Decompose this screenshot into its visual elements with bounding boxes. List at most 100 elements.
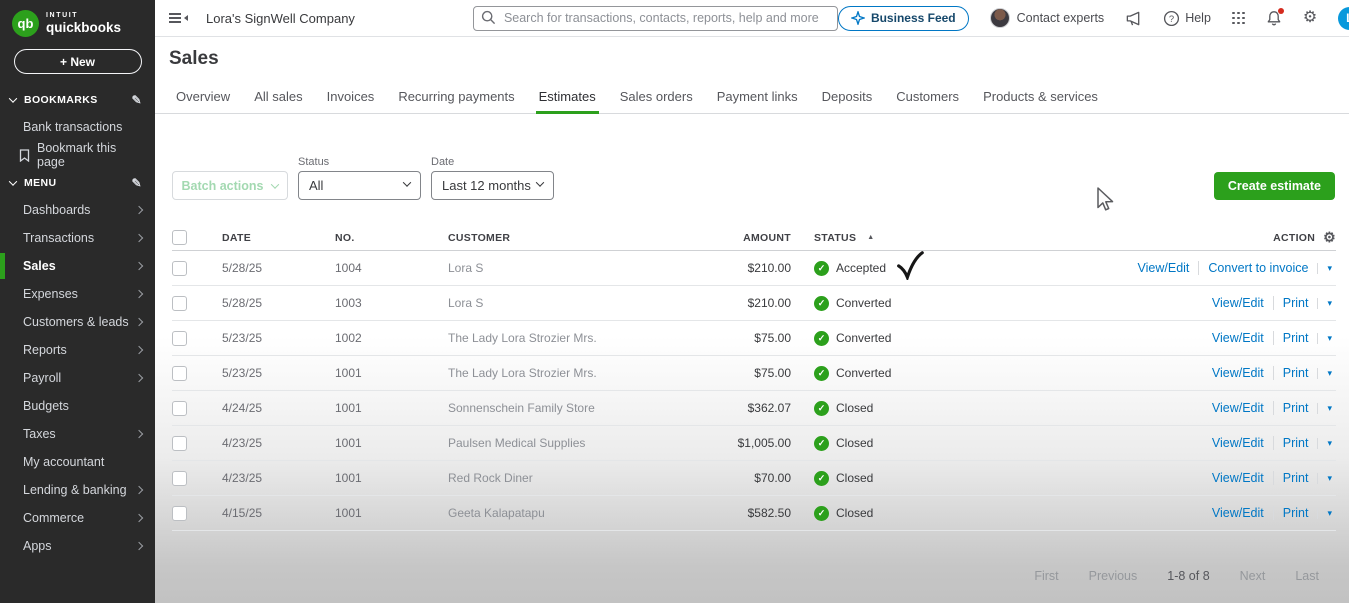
tab-customers[interactable]: Customers <box>896 85 959 113</box>
tab-payment-links[interactable]: Payment links <box>717 85 798 113</box>
sidebar-item-dashboards[interactable]: Dashboards <box>0 196 155 224</box>
collapse-sidebar-icon[interactable] <box>169 13 188 23</box>
row-checkbox[interactable] <box>172 261 187 276</box>
action-view-edit[interactable]: View/Edit <box>1203 331 1273 345</box>
notifications-bell-icon[interactable] <box>1266 10 1282 27</box>
table-row[interactable]: 4/23/251001Paulsen Medical Supplies$1,00… <box>172 426 1336 461</box>
action-dropdown-caret[interactable]: ▾ <box>1317 438 1336 449</box>
row-checkbox[interactable] <box>172 471 187 486</box>
sidebar-item-reports[interactable]: Reports <box>0 336 155 364</box>
help-button[interactable]: ? Help <box>1163 10 1211 27</box>
tab-sales-orders[interactable]: Sales orders <box>620 85 693 113</box>
date-select[interactable]: Last 12 months <box>431 171 554 200</box>
action-view-edit[interactable]: View/Edit <box>1203 401 1273 415</box>
action-dropdown-caret[interactable]: ▾ <box>1317 368 1336 379</box>
header-amount[interactable]: AMOUNT <box>681 232 791 244</box>
contact-experts-button[interactable]: Contact experts <box>990 8 1105 28</box>
sidebar-item-customers-leads[interactable]: Customers & leads <box>0 308 155 336</box>
action-view-edit[interactable]: View/Edit <box>1203 471 1273 485</box>
pagination-first[interactable]: First <box>1034 569 1058 583</box>
action-view-edit[interactable]: View/Edit <box>1203 296 1273 310</box>
sidebar-item-budgets[interactable]: Budgets <box>0 392 155 420</box>
action-dropdown-caret[interactable]: ▾ <box>1317 333 1336 344</box>
pagination-last[interactable]: Last <box>1295 569 1319 583</box>
feedback-megaphone-icon[interactable] <box>1125 10 1142 27</box>
cell-date: 5/23/25 <box>222 366 335 380</box>
status-label: Accepted <box>836 261 886 275</box>
header-customer[interactable]: CUSTOMER <box>448 232 681 244</box>
sidebar-item-my-accountant[interactable]: My accountant <box>0 448 155 476</box>
tab-deposits[interactable]: Deposits <box>822 85 873 113</box>
tab-invoices[interactable]: Invoices <box>327 85 375 113</box>
sidebar-item-transactions[interactable]: Transactions <box>0 224 155 252</box>
action-dropdown-caret[interactable]: ▾ <box>1317 473 1336 484</box>
business-feed-button[interactable]: Business Feed <box>838 6 969 31</box>
header-date[interactable]: DATE <box>222 232 335 244</box>
row-checkbox[interactable] <box>172 401 187 416</box>
header-status[interactable]: STATUS▲ <box>791 232 1026 244</box>
settings-gear-icon[interactable]: ⚙ <box>1303 10 1317 26</box>
table-row[interactable]: 5/23/251002The Lady Lora Strozier Mrs.$7… <box>172 321 1336 356</box>
column-settings-gear-icon[interactable]: ⚙ <box>1323 229 1336 246</box>
tab-all-sales[interactable]: All sales <box>254 85 302 113</box>
status-select[interactable]: All <box>298 171 421 200</box>
row-checkbox[interactable] <box>172 296 187 311</box>
user-avatar[interactable]: L <box>1338 7 1349 30</box>
tab-estimates[interactable]: Estimates <box>539 85 596 113</box>
tab-products-services[interactable]: Products & services <box>983 85 1098 113</box>
table-row[interactable]: 4/23/251001Red Rock Diner$70.00✓ClosedVi… <box>172 461 1336 496</box>
sidebar-item-commerce[interactable]: Commerce <box>0 504 155 532</box>
apps-grid-icon[interactable] <box>1232 12 1245 25</box>
sidebar-item-bank-transactions[interactable]: Bank transactions <box>0 113 155 141</box>
action-view-edit[interactable]: View/Edit <box>1203 366 1273 380</box>
table-row[interactable]: 5/23/251001The Lady Lora Strozier Mrs.$7… <box>172 356 1336 391</box>
action-print[interactable]: Print <box>1273 296 1318 310</box>
action-print[interactable]: Print <box>1273 436 1318 450</box>
intuit-label: INTUIT <box>46 12 121 19</box>
action-dropdown-caret[interactable]: ▾ <box>1317 298 1336 309</box>
action-dropdown-caret[interactable]: ▾ <box>1317 508 1336 519</box>
table-row[interactable]: 5/28/251003Lora S$210.00✓ConvertedView/E… <box>172 286 1336 321</box>
row-checkbox[interactable] <box>172 366 187 381</box>
tab-recurring-payments[interactable]: Recurring payments <box>398 85 514 113</box>
action-view-edit[interactable]: View/Edit <box>1203 506 1273 520</box>
sidebar-item-payroll[interactable]: Payroll <box>0 364 155 392</box>
action-view-edit[interactable]: View/Edit <box>1203 436 1273 450</box>
sidebar-item-bookmark-this-page[interactable]: Bookmark this page <box>0 141 155 169</box>
action-dropdown-caret[interactable]: ▾ <box>1317 403 1336 414</box>
action-print[interactable]: Print <box>1273 471 1318 485</box>
sidebar-item-lending-banking[interactable]: Lending & banking <box>0 476 155 504</box>
cell-actions: View/EditConvert to invoice▾ <box>1026 261 1336 275</box>
sidebar-item-expenses[interactable]: Expenses <box>0 280 155 308</box>
action-dropdown-caret[interactable]: ▾ <box>1317 263 1336 274</box>
row-checkbox[interactable] <box>172 506 187 521</box>
action-print[interactable]: Print <box>1273 331 1318 345</box>
pagination-next[interactable]: Next <box>1240 569 1266 583</box>
select-all-checkbox[interactable] <box>172 230 187 245</box>
action-view-edit[interactable]: View/Edit <box>1129 261 1199 275</box>
sidebar-item-sales[interactable]: Sales <box>0 252 155 280</box>
header-no[interactable]: NO. <box>335 232 448 244</box>
edit-pencil-icon[interactable]: ✎ <box>132 176 142 190</box>
row-checkbox[interactable] <box>172 436 187 451</box>
table-row[interactable]: 5/28/251004Lora S$210.00✓AcceptedView/Ed… <box>172 251 1336 286</box>
tab-overview[interactable]: Overview <box>176 85 230 113</box>
new-button[interactable]: + New <box>14 49 142 74</box>
row-checkbox[interactable] <box>172 331 187 346</box>
table-row[interactable]: 4/24/251001Sonnenschein Family Store$362… <box>172 391 1336 426</box>
sidebar-item-taxes[interactable]: Taxes <box>0 420 155 448</box>
pagination-previous[interactable]: Previous <box>1089 569 1138 583</box>
search-input[interactable] <box>473 6 838 31</box>
sidebar-section-menu[interactable]: MENU✎ <box>0 169 155 196</box>
table-row[interactable]: 4/15/251001Geeta Kalapatapu$582.50✓Close… <box>172 496 1336 531</box>
action-convert-to-invoice[interactable]: Convert to invoice <box>1198 261 1317 275</box>
edit-pencil-icon[interactable]: ✎ <box>132 93 142 107</box>
quickbooks-logo[interactable]: qb INTUIT quickbooks <box>0 0 155 43</box>
sidebar-item-apps[interactable]: Apps <box>0 532 155 560</box>
action-print[interactable]: Print <box>1273 366 1318 380</box>
batch-actions-button[interactable]: Batch actions <box>172 171 288 200</box>
sidebar-section-bookmarks[interactable]: BOOKMARKS✎ <box>0 86 155 113</box>
action-print[interactable]: Print <box>1273 401 1318 415</box>
create-estimate-button[interactable]: Create estimate <box>1214 172 1335 200</box>
action-print[interactable]: Print <box>1273 506 1318 520</box>
